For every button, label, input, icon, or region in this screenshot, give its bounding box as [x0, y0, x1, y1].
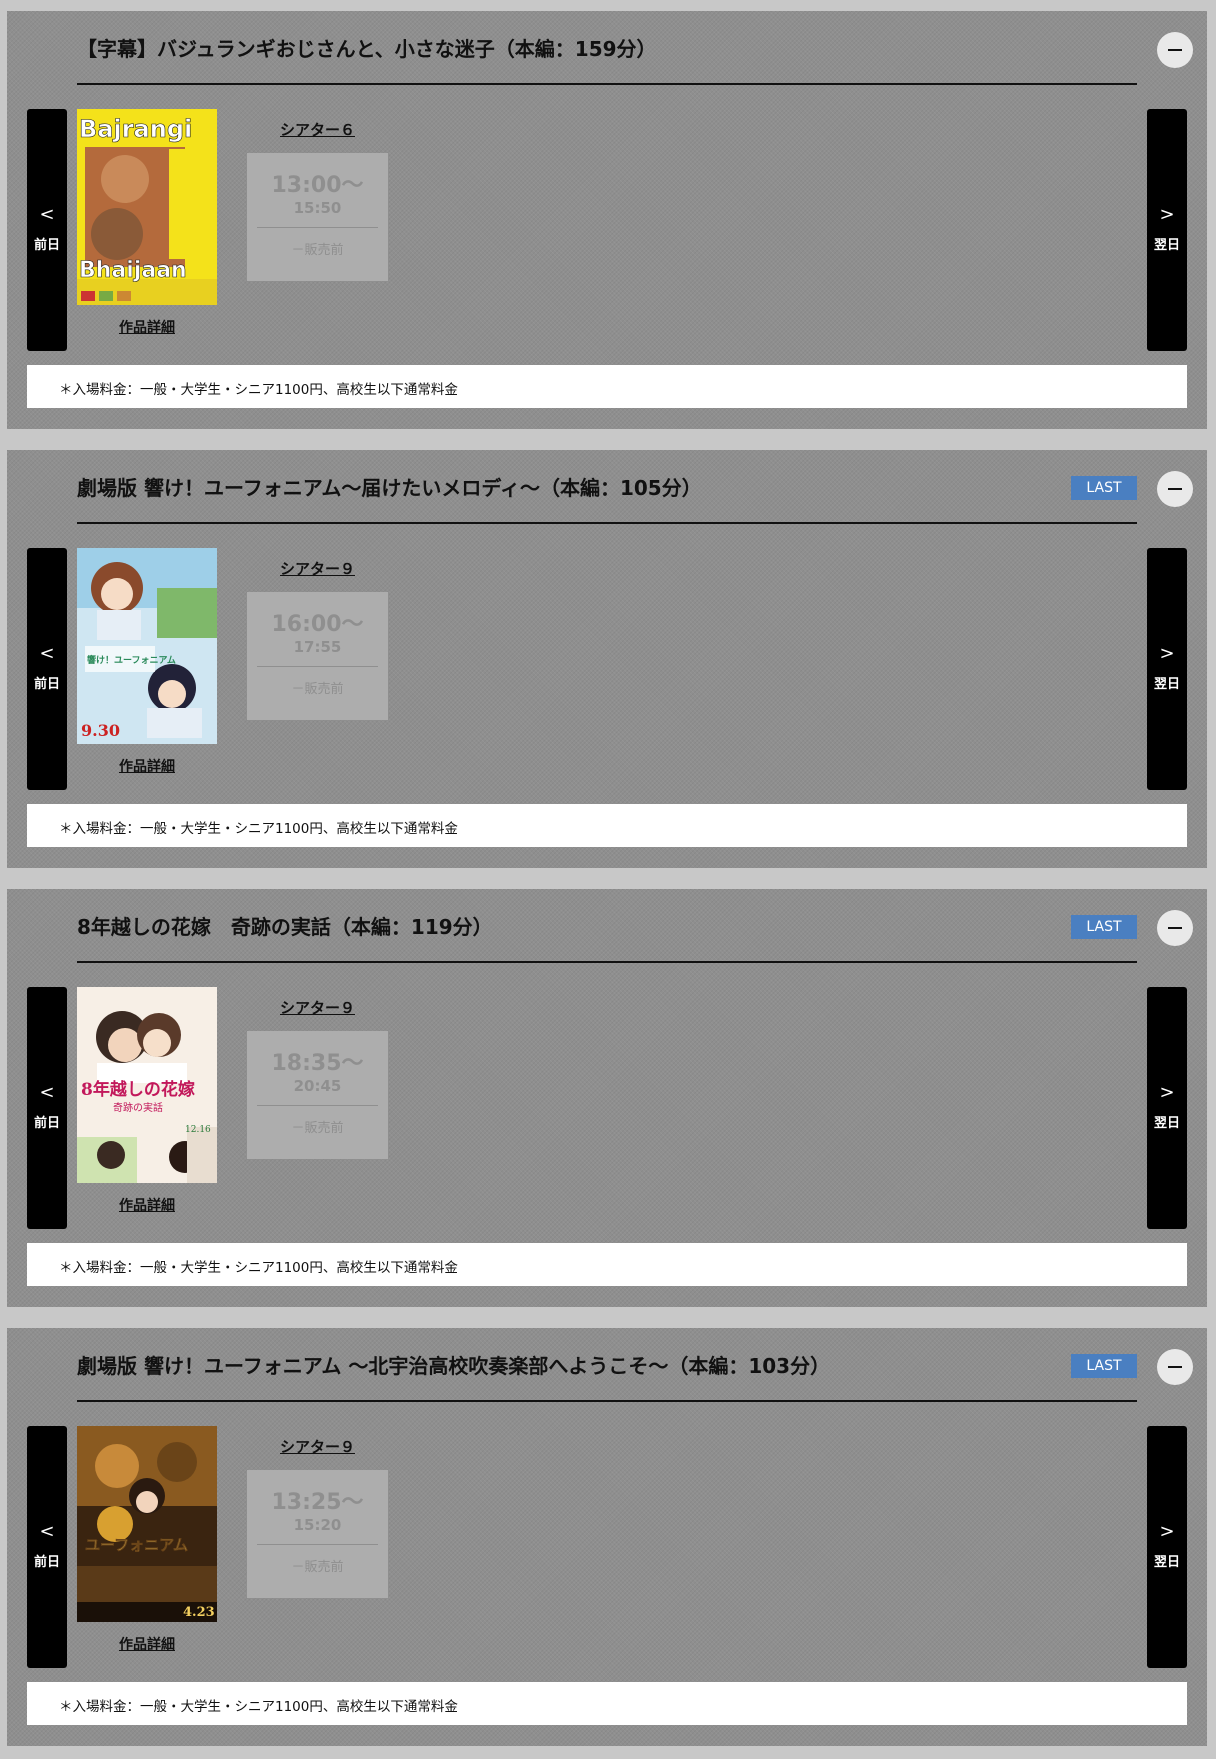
showtime-slot[interactable]: 16:00～ 17:55 －販売前	[247, 592, 388, 720]
price-note-text: ＊入場料金：一般・大学生・シニア1100円、高校生以下通常料金	[59, 821, 458, 837]
showtime-end: 20:45	[293, 1077, 342, 1095]
chevron-right-icon: >	[1159, 204, 1175, 225]
movie-poster[interactable]: Bajrangi Bhaijaan	[77, 109, 217, 305]
poster-title-bottom: Bhaijaan	[79, 258, 187, 283]
last-badge: LAST	[1071, 476, 1137, 500]
previous-day-label: 前日	[33, 238, 60, 253]
movie-title: 劇場版 響け！ユーフォニアム ～北宇治高校吹奏楽部へようこそ～（本編：103分）	[77, 1354, 831, 1378]
previous-day-button[interactable]: < 前日	[27, 1426, 67, 1668]
chevron-left-icon: <	[39, 1082, 55, 1103]
next-day-label: 翌日	[1153, 1555, 1180, 1570]
movie-poster[interactable]: 響け！ユーフォニアム 9.30	[77, 548, 217, 744]
chevron-right-icon: >	[1159, 1082, 1175, 1103]
collapse-button[interactable]	[1157, 910, 1193, 946]
showtime-slot[interactable]: 13:00～ 15:50 －販売前	[247, 153, 388, 281]
price-note: ＊入場料金：一般・大学生・シニア1100円、高校生以下通常料金	[27, 1243, 1187, 1286]
movie-detail-link[interactable]: 作品詳細	[77, 317, 217, 337]
title-divider	[77, 961, 1137, 963]
movie-poster[interactable]: ユーフォニアム 4.23	[77, 1426, 217, 1622]
chevron-left-icon: <	[39, 643, 55, 664]
movie-panel: 【字幕】バジュランギおじさんと、小さな迷子（本編：159分） < 前日 Bajr…	[7, 11, 1207, 429]
showtime-divider	[257, 666, 378, 667]
showtime-divider	[257, 1544, 378, 1545]
title-divider	[77, 83, 1137, 85]
movie-detail-link[interactable]: 作品詳細	[77, 1195, 217, 1215]
previous-day-label: 前日	[33, 1555, 60, 1570]
chevron-right-icon: >	[1159, 1521, 1175, 1542]
next-day-label: 翌日	[1153, 238, 1180, 253]
previous-day-button[interactable]: < 前日	[27, 109, 67, 351]
showtime-end: 15:20	[293, 1516, 342, 1534]
movie-detail-link[interactable]: 作品詳細	[77, 756, 217, 776]
previous-day-label: 前日	[33, 1116, 60, 1131]
next-day-button[interactable]: > 翌日	[1147, 109, 1187, 351]
sale-status: －販売前	[291, 1560, 344, 1575]
poster-title-top: 8年越しの花嫁	[81, 1079, 195, 1100]
price-note-text: ＊入場料金：一般・大学生・シニア1100円、高校生以下通常料金	[59, 1260, 458, 1276]
collapse-button[interactable]	[1157, 32, 1193, 68]
showtime-slot[interactable]: 18:35～ 20:45 －販売前	[247, 1031, 388, 1159]
movie-poster[interactable]: 8年越しの花嫁 奇跡の実話 12.16	[77, 987, 217, 1183]
theater-name: シアター９	[279, 1438, 355, 1456]
next-day-label: 翌日	[1153, 1116, 1180, 1131]
last-badge: LAST	[1071, 915, 1137, 939]
next-day-button[interactable]: > 翌日	[1147, 987, 1187, 1229]
sale-status: －販売前	[291, 682, 344, 697]
title-divider	[77, 1400, 1137, 1402]
price-note-text: ＊入場料金：一般・大学生・シニア1100円、高校生以下通常料金	[59, 382, 458, 398]
showtime-start: 13:00～	[271, 173, 364, 198]
movie-title: 【字幕】バジュランギおじさんと、小さな迷子（本編：159分）	[77, 37, 657, 61]
showtime-end: 15:50	[293, 199, 342, 217]
chevron-right-icon: >	[1159, 643, 1175, 664]
last-badge: LAST	[1071, 1354, 1137, 1378]
price-note: ＊入場料金：一般・大学生・シニア1100円、高校生以下通常料金	[27, 1682, 1187, 1725]
movie-panel: 劇場版 響け！ユーフォニアム ～北宇治高校吹奏楽部へようこそ～（本編：103分）…	[7, 1328, 1207, 1746]
showtime-start: 13:25～	[271, 1490, 364, 1515]
next-day-button[interactable]: > 翌日	[1147, 1426, 1187, 1668]
movie-panel: 8年越しの花嫁 奇跡の実話（本編：119分） LAST < 前日 8年越しの花嫁…	[7, 889, 1207, 1307]
showtime-end: 17:55	[293, 638, 342, 656]
theater-name: シアター６	[279, 121, 355, 139]
sale-status: －販売前	[291, 1121, 344, 1136]
movie-detail-link[interactable]: 作品詳細	[77, 1634, 217, 1654]
poster-date: 9.30	[81, 721, 120, 740]
movie-panel: 劇場版 響け！ユーフォニアム～届けたいメロディ～（本編：105分） LAST <…	[7, 450, 1207, 868]
sale-status: －販売前	[291, 243, 344, 258]
poster-title-top: Bajrangi	[79, 115, 192, 143]
price-note: ＊入場料金：一般・大学生・シニア1100円、高校生以下通常料金	[27, 365, 1187, 408]
poster-subtitle: 奇跡の実話	[113, 1101, 163, 1114]
movie-title: 8年越しの花嫁 奇跡の実話（本編：119分）	[77, 915, 493, 939]
previous-day-button[interactable]: < 前日	[27, 548, 67, 790]
next-day-label: 翌日	[1153, 677, 1180, 692]
chevron-left-icon: <	[39, 1521, 55, 1542]
showtime-start: 18:35～	[271, 1051, 364, 1076]
showtime-divider	[257, 227, 378, 228]
price-note: ＊入場料金：一般・大学生・シニア1100円、高校生以下通常料金	[27, 804, 1187, 847]
theater-name: シアター９	[279, 999, 355, 1017]
poster-date: 4.23	[183, 1605, 215, 1620]
chevron-left-icon: <	[39, 204, 55, 225]
poster-title-top: ユーフォニアム	[85, 1536, 188, 1554]
poster-date: 12.16	[185, 1125, 211, 1135]
movie-title: 劇場版 響け！ユーフォニアム～届けたいメロディ～（本編：105分）	[77, 476, 702, 500]
price-note-text: ＊入場料金：一般・大学生・シニア1100円、高校生以下通常料金	[59, 1699, 458, 1715]
previous-day-label: 前日	[33, 677, 60, 692]
collapse-button[interactable]	[1157, 471, 1193, 507]
title-divider	[77, 522, 1137, 524]
showtime-start: 16:00～	[271, 612, 364, 637]
next-day-button[interactable]: > 翌日	[1147, 548, 1187, 790]
showtime-slot[interactable]: 13:25～ 15:20 －販売前	[247, 1470, 388, 1598]
previous-day-button[interactable]: < 前日	[27, 987, 67, 1229]
poster-title-top: 響け！ユーフォニアム	[87, 654, 176, 666]
showtime-divider	[257, 1105, 378, 1106]
collapse-button[interactable]	[1157, 1349, 1193, 1385]
theater-name: シアター９	[279, 560, 355, 578]
